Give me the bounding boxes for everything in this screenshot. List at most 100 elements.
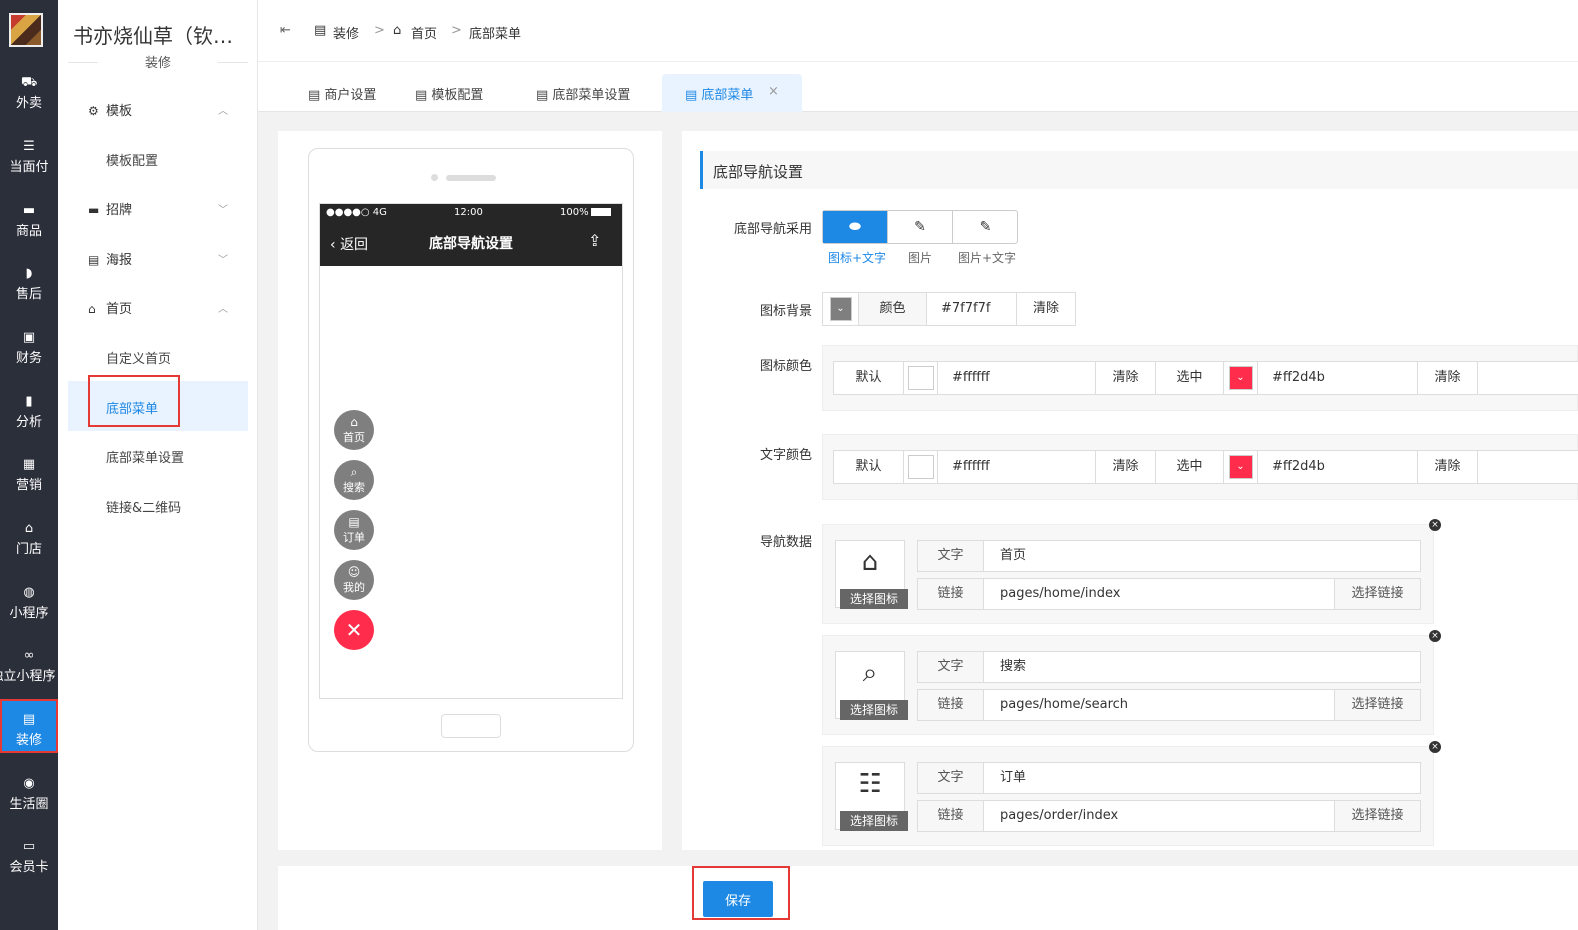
group-poster[interactable]: ▤ 海报 [88, 249, 132, 268]
fab-search[interactable]: ⌕ 搜索 [334, 460, 374, 500]
icon-bg-row: ⌄ 颜色 #7f7f7f 清除 [822, 292, 1076, 326]
mode-image-button[interactable]: ✎ [888, 211, 953, 243]
store-icon: ⌂ [24, 521, 34, 536]
clear-button[interactable]: 清除 [1418, 362, 1478, 394]
mode-icon-text-button[interactable]: ⬬ [823, 211, 888, 243]
link-input[interactable]: pages/order/index [1000, 801, 1118, 831]
fab-order[interactable]: ▤ 订单 [334, 510, 374, 550]
icon-bg-value[interactable]: #7f7f7f [927, 293, 1017, 325]
text-field: 文字 订单 [917, 762, 1421, 794]
tab-bottom-menu[interactable]: ▤ 底部菜单 [685, 84, 753, 103]
close-icon[interactable]: × [768, 84, 779, 99]
clear-button[interactable]: 清除 [1418, 451, 1478, 483]
default-value[interactable]: #ffffff [938, 362, 1096, 394]
breadcrumb-item[interactable]: 装修 [333, 23, 359, 42]
nav-item-lifecircle[interactable]: ◉ 生活圈 [0, 763, 58, 823]
share-icon[interactable]: ⇪ [588, 231, 601, 250]
group-template[interactable]: ⚙ 模板 [88, 100, 132, 119]
link-input[interactable]: pages/home/search [1000, 690, 1128, 720]
choose-link-button[interactable]: 选择链接 [1334, 579, 1420, 609]
clear-button[interactable]: 清除 [1096, 451, 1156, 483]
choose-link-button[interactable]: 选择链接 [1334, 801, 1420, 831]
group-label: 模板 [106, 104, 133, 119]
icon-bg-swatch[interactable]: ⌄ [823, 293, 859, 325]
nav-item-finance[interactable]: ▣ 财务 [0, 317, 58, 377]
tab-bottom-menu-settings[interactable]: ▤ 底部菜单设置 [536, 84, 630, 103]
close-icon[interactable]: × [1429, 741, 1441, 753]
save-button[interactable]: 保存 [703, 881, 773, 917]
clear-button[interactable]: 清除 [1096, 362, 1156, 394]
nav-item-store[interactable]: ⌂ 门店 [0, 508, 58, 568]
icon-picker[interactable]: ⌂ 选择图标 [835, 540, 908, 609]
choose-link-button[interactable]: 选择链接 [1334, 690, 1420, 720]
sidebar-item-link-qrcode[interactable]: 链接&二维码 [106, 497, 181, 516]
tab-merchant-settings[interactable]: ▤ 商户设置 [308, 84, 376, 103]
nav-item-standalone-miniapp[interactable]: ∞ 独立小程序 [0, 635, 58, 695]
collapse-icon[interactable]: ⇤ [280, 23, 291, 38]
nav-item-miniapp[interactable]: ◍ 小程序 [0, 572, 58, 632]
fab-mine[interactable]: ☺ 我的 [334, 560, 374, 600]
sidebar-item-bottom-menu-settings[interactable]: 底部菜单设置 [106, 447, 184, 466]
chevron-down-icon[interactable]: ﹀ [218, 201, 228, 216]
nav-item-decorate[interactable]: ▤ 装修 [0, 699, 58, 753]
choose-icon-button[interactable]: 选择图标 [840, 589, 908, 609]
choose-icon-button[interactable]: 选择图标 [840, 700, 908, 720]
fab-home[interactable]: ⌂ 首页 [334, 410, 374, 450]
text-input[interactable]: 订单 [1000, 763, 1026, 793]
group-home[interactable]: ⌂ 首页 [88, 298, 132, 317]
sidebar-item-bottom-menu[interactable]: 底部菜单 [106, 398, 158, 417]
cloud-icon: ⬬ [849, 219, 861, 235]
link-key: 链接 [918, 690, 984, 720]
text-field: 文字 搜索 [917, 651, 1421, 683]
default-value[interactable]: #ffffff [938, 451, 1096, 483]
choose-icon-button[interactable]: 选择图标 [840, 811, 908, 831]
nav-item-goods[interactable]: ▬ 商品 [0, 190, 58, 250]
default-swatch[interactable] [904, 451, 938, 483]
link-input[interactable]: pages/home/index [1000, 579, 1120, 609]
shop-icon: ▤ [314, 23, 327, 38]
text-input[interactable]: 搜索 [1000, 652, 1026, 682]
icon-picker[interactable]: ⌕ 选择图标 [835, 651, 908, 720]
close-icon[interactable]: × [1429, 519, 1441, 531]
shop-logo[interactable] [9, 13, 43, 47]
selected-value[interactable]: #ff2d4b [1258, 362, 1418, 394]
color-button[interactable]: 颜色 [859, 293, 927, 325]
selected-value[interactable]: #ff2d4b [1258, 451, 1418, 483]
sidebar-item-custom-home[interactable]: 自定义首页 [106, 348, 171, 367]
mode-label-icon-text[interactable]: 图标+文字 [828, 249, 886, 266]
mode-label-image-text[interactable]: 图片+文字 [958, 249, 1016, 266]
nav-item-marketing[interactable]: ▦ 营销 [0, 444, 58, 504]
nav-item-takeout[interactable]: ⛟ 外卖 [0, 62, 58, 122]
nav-label: 门店 [15, 542, 42, 557]
chevron-down-icon[interactable]: ﹀ [218, 251, 228, 266]
selected-swatch[interactable]: ⌄ [1224, 362, 1258, 394]
phone-screen: ●●●●○ 4G 12:00 100% ‹ 返回 底部导航设置 ⇪ ⌂ 首页 ⌕ 搜… [319, 203, 623, 699]
text-input[interactable]: 首页 [1000, 541, 1026, 571]
mode-label-image[interactable]: 图片 [908, 249, 932, 266]
nav-item-analysis[interactable]: ▮ 分析 [0, 381, 58, 441]
nav-item-membercard[interactable]: ▭ 会员卡 [0, 826, 58, 886]
group-label: 招牌 [106, 203, 133, 218]
text-field: 文字 首页 [917, 540, 1421, 572]
breadcrumb-item[interactable]: 首页 [411, 23, 437, 42]
chevron-up-icon[interactable]: ︿ [218, 300, 228, 315]
sidebar-item-template-config[interactable]: 模板配置 [106, 150, 158, 169]
tab-label: 底部菜单设置 [552, 88, 631, 103]
clear-button[interactable]: 清除 [1017, 293, 1075, 325]
selected-swatch[interactable]: ⌄ [1224, 451, 1258, 483]
close-icon[interactable]: × [1429, 630, 1441, 642]
nav-item-facepay[interactable]: ☰ 当面付 [0, 126, 58, 186]
default-swatch[interactable] [904, 362, 938, 394]
text-key: 文字 [918, 541, 984, 571]
group-signboard[interactable]: ▬ 招牌 [88, 199, 132, 218]
chevron-up-icon[interactable]: ︿ [218, 102, 228, 117]
mode-image-text-button[interactable]: ✎ [953, 211, 1018, 243]
shop-icon: ▤ [685, 88, 702, 103]
image-edit-icon: ✎ [914, 219, 926, 235]
icon-picker[interactable]: ☷ 选择图标 [835, 762, 908, 831]
nav-item-aftersale[interactable]: ◗ 售后 [0, 253, 58, 313]
fab-close[interactable]: ✕ [334, 610, 374, 650]
tab-template-config[interactable]: ▤ 模板配置 [415, 84, 483, 103]
wechat-icon: ◍ [23, 585, 35, 600]
camera-dot [431, 174, 438, 181]
